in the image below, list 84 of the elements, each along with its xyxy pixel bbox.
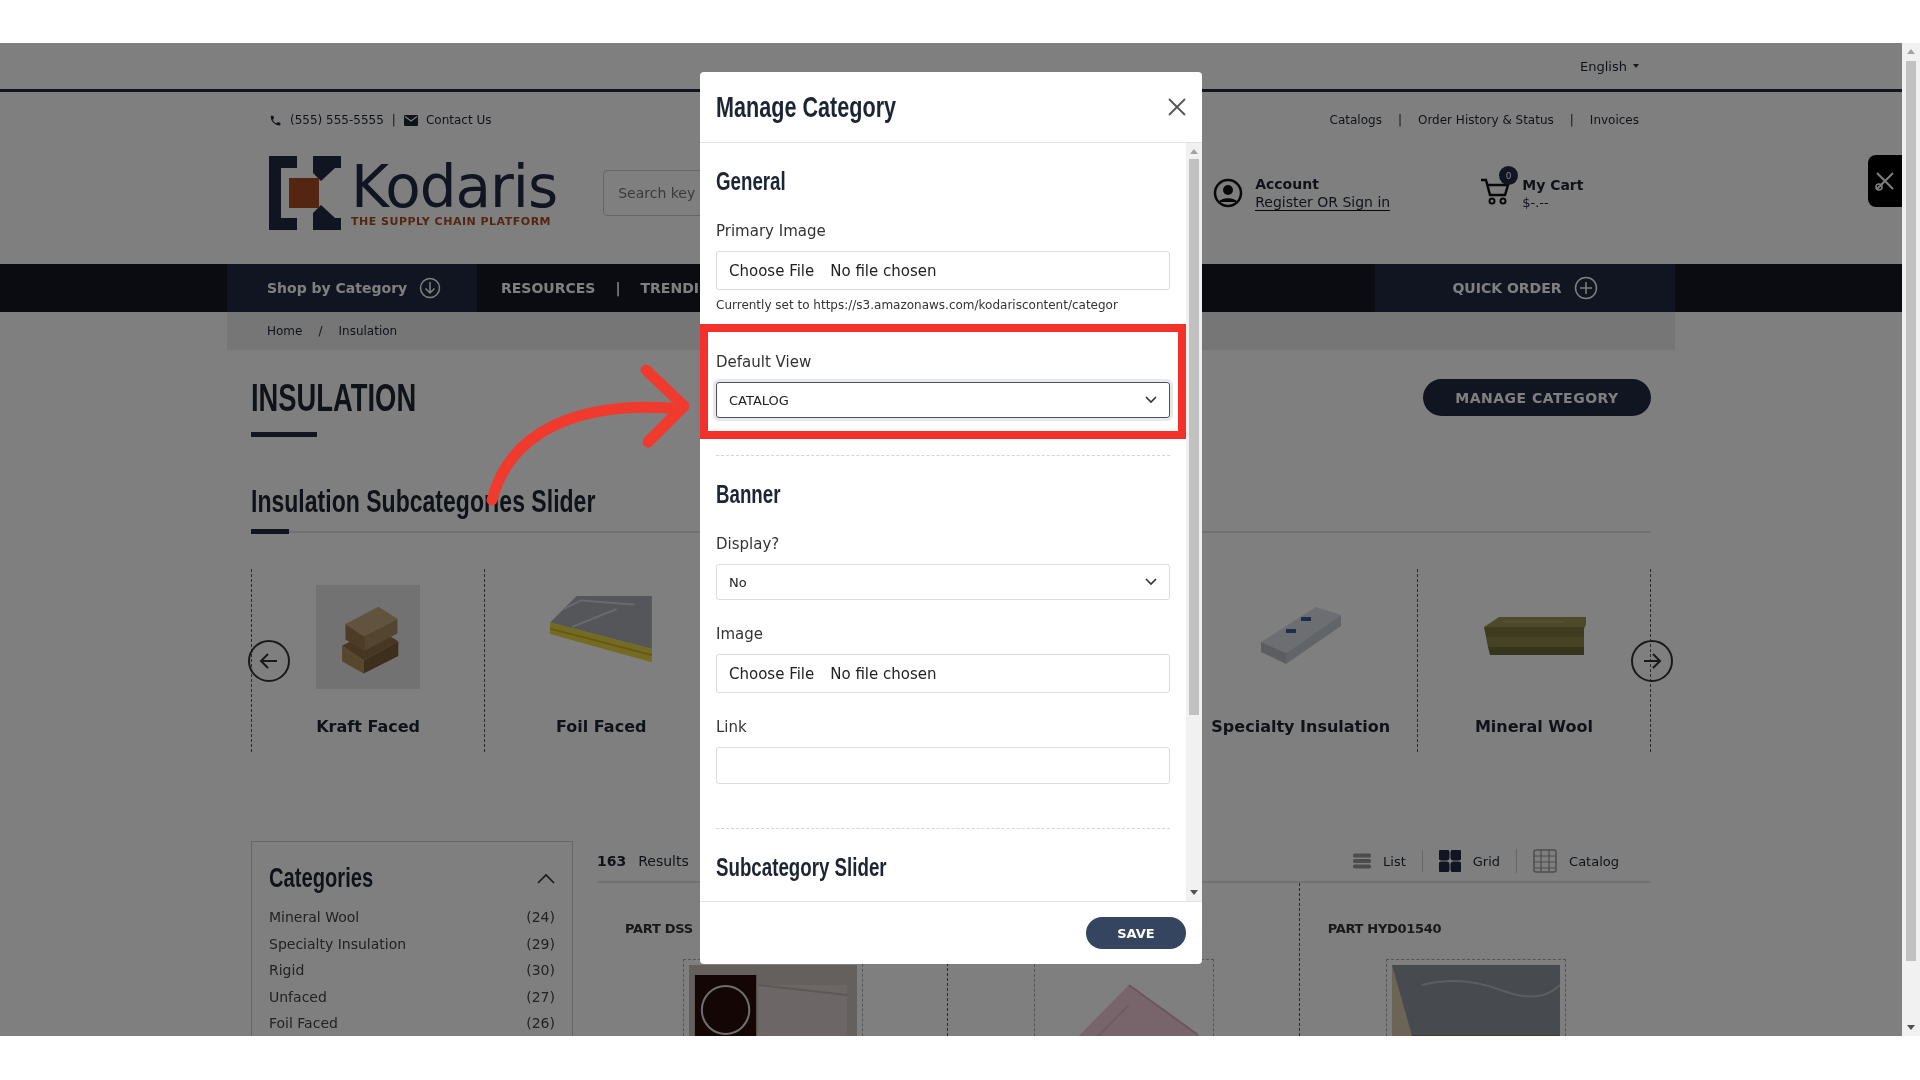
category-count: (30) — [526, 962, 555, 979]
cart-total: $-.-- — [1522, 194, 1550, 210]
next-arrow-button[interactable] — [1631, 640, 1673, 682]
category-count: (26) — [526, 1015, 555, 1032]
account-title: Account — [1255, 175, 1320, 192]
subcategory-label[interactable]: Specialty Insulation — [1211, 717, 1391, 736]
page-title: INSULATION — [251, 376, 417, 420]
phone-number[interactable]: (555) 555-5555 — [290, 113, 384, 127]
cart-count-badge: 0 — [1499, 166, 1519, 185]
nav-link[interactable]: TRENDI — [640, 280, 699, 296]
field-label: Primary Image — [716, 221, 827, 241]
separator-text: | — [615, 280, 621, 296]
link-field[interactable] — [716, 747, 1170, 784]
list-icon — [1353, 853, 1372, 869]
cart-title: My Cart — [1522, 176, 1584, 193]
view-toggle[interactable]: List — [1337, 853, 1422, 869]
breadcrumb-link[interactable]: Insulation — [338, 324, 398, 338]
logo-mark-icon — [269, 156, 341, 230]
top-link[interactable]: Invoices — [1589, 113, 1639, 127]
select-field[interactable]: CATALOG — [716, 382, 1170, 418]
results-label: Results — [638, 853, 689, 869]
panel-title: Categories — [269, 861, 374, 895]
category-link[interactable]: Unfaced — [269, 988, 327, 1005]
category-count: (29) — [526, 935, 555, 952]
view-toggle[interactable]: Catalog — [1516, 849, 1635, 873]
dialog-title: Manage Category — [716, 90, 897, 124]
separator-text: | — [1397, 113, 1402, 127]
section-title: Insulation Subcategories Slider — [251, 482, 596, 521]
page-scrollbar[interactable] — [1902, 43, 1920, 1036]
scrollbar-thumb[interactable] — [1906, 61, 1916, 961]
category-link[interactable]: Foil Faced — [269, 1015, 338, 1032]
user-icon — [1213, 178, 1244, 208]
quick-order-button[interactable]: QUICK ORDER — [1375, 264, 1675, 312]
field-label: Image — [716, 624, 764, 644]
separator-text: | — [1569, 113, 1574, 127]
save-button[interactable]: SAVE — [1086, 917, 1186, 949]
tools-button[interactable] — [1868, 155, 1902, 207]
contact-link[interactable]: Contact Us — [425, 113, 492, 127]
logo-name: Kodaris — [351, 158, 558, 215]
chevron-down-icon — [1145, 578, 1157, 586]
plus-circle-icon — [1573, 276, 1598, 300]
category-link[interactable]: Rigid — [269, 962, 305, 979]
breadcrumb-link[interactable]: Home — [267, 324, 303, 338]
section-heading: Banner — [716, 478, 781, 510]
category-link[interactable]: Specialty Insulation — [269, 935, 407, 952]
table-icon — [1533, 849, 1558, 873]
category-count: (24) — [526, 909, 555, 926]
separator-text: | — [391, 113, 396, 127]
view-toggle[interactable]: Grid — [1421, 850, 1517, 872]
subcategory-label[interactable]: Mineral Wool — [1474, 717, 1593, 736]
envelope-icon — [403, 114, 418, 126]
sign-in-link[interactable]: Register OR Sign in — [1255, 193, 1391, 211]
grid-icon — [1438, 850, 1461, 872]
field-note: Currently set to https://s3.amazonaws.com/kodariscontent/categor — [716, 298, 1119, 312]
manage-category-button[interactable]: MANAGE CATEGORY — [1423, 379, 1651, 416]
category-link[interactable]: Mineral Wool — [269, 909, 360, 926]
logo-tagline: THE SUPPLY CHAIN PLATFORM — [351, 214, 553, 228]
part-number[interactable]: PART HYD01540 — [1327, 921, 1651, 939]
scissors-icon — [1874, 170, 1896, 192]
file-input[interactable]: Choose File No file chosen — [716, 654, 1170, 693]
file-input[interactable]: Choose File No file chosen — [716, 251, 1170, 290]
language-selector[interactable]: English — [1580, 58, 1639, 74]
separator-text: / — [318, 324, 323, 338]
collapse-chevron-icon[interactable] — [537, 872, 555, 884]
phone-icon — [269, 113, 282, 127]
top-link[interactable]: Order History & Status — [1417, 113, 1554, 127]
results-count: 163 — [597, 853, 627, 869]
subcategory-label[interactable]: Kraft Faced — [316, 717, 420, 736]
nav-link[interactable]: RESOURCES — [501, 280, 596, 296]
subcategory-label[interactable]: Foil Faced — [556, 717, 647, 736]
previous-arrow-button[interactable] — [248, 640, 290, 682]
top-link[interactable]: Catalogs — [1329, 113, 1382, 127]
field-label: Display? — [716, 534, 781, 554]
select-field[interactable]: No — [716, 564, 1170, 600]
field-label: Link — [716, 717, 748, 737]
category-count: (27) — [526, 988, 555, 1005]
close-icon[interactable] — [1168, 98, 1186, 116]
scrollbar-thumb[interactable] — [1189, 159, 1199, 715]
field-label: Default View — [716, 352, 813, 372]
shop-by-category-button[interactable]: Shop by Category — [227, 264, 477, 312]
section-heading: General — [716, 165, 786, 197]
section-heading: Subcategory Slider — [716, 851, 887, 883]
arrow-down-circle-icon — [419, 277, 442, 299]
chevron-down-icon — [1145, 396, 1157, 404]
